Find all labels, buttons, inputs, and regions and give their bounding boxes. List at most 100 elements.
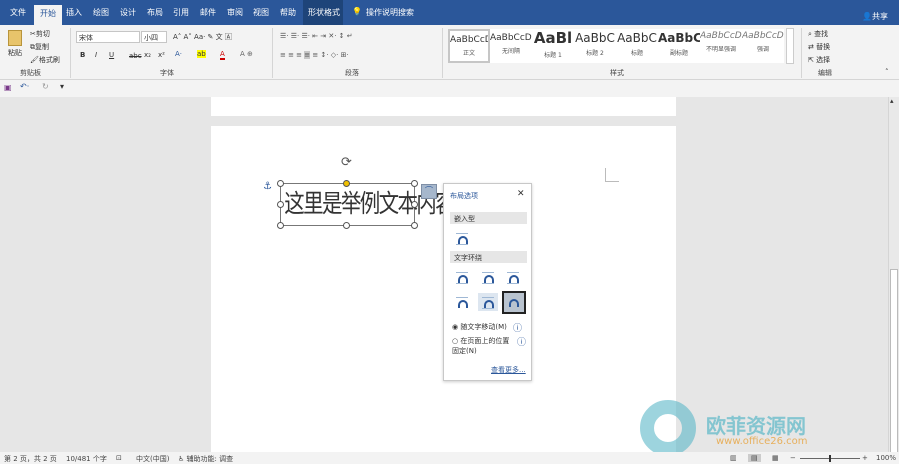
style-sample: AaBbCcDc [700,31,742,41]
word-count[interactable]: 10/481 个字 [66,454,107,464]
wrap-top-bottom-option[interactable] [452,293,472,311]
wrap-inline-option[interactable] [452,229,472,247]
tab-file[interactable]: 文件 [10,7,26,18]
copy-label: 复制 [35,43,49,51]
textbox[interactable]: 这里是举例文本内容。 [280,183,475,226]
grow-font-icon[interactable]: A˄ A˅ Aa· ✎ 文 🄰 [173,32,232,42]
read-mode-icon[interactable]: ▥ [730,454,737,462]
format-painter-button[interactable]: 🖌格式刷 [30,55,60,65]
style-4[interactable]: AaBbC 标题 [616,29,658,63]
undo-icon[interactable]: ↶· [20,82,29,91]
margin-corner [605,168,619,182]
language[interactable]: 中文(中国) [136,454,169,464]
align-icons[interactable]: ≡ ≡ ≡ ≡ ≡ ↕· ◇· ⊞· [280,51,349,59]
tab-home[interactable]: 开始 [34,5,62,25]
font-name-select[interactable]: 宋体 [76,31,140,43]
style-5[interactable]: AaBbC 副标题 [658,29,700,63]
wrap-square-option[interactable] [452,268,472,286]
tab-review[interactable]: 审阅 [227,7,243,18]
wrap-behind-text-option[interactable] [478,293,498,311]
style-6[interactable]: AaBbCcDc 不明显强调 [700,29,742,63]
accessibility-status[interactable]: ♿ 辅助功能: 调查 [178,454,233,464]
wrap-in-front-option[interactable] [502,291,526,314]
highlight-icon[interactable]: ab [197,50,206,58]
tab-design[interactable]: 设计 [120,7,136,18]
replace-button[interactable]: ⇄ 替换 [808,42,830,52]
font-color-icon[interactable]: A [220,50,225,60]
info-icon[interactable]: ⓘ [517,335,526,348]
font-size-select[interactable]: 小四 [141,31,167,43]
copy-button[interactable]: ⧉复制 [30,42,49,52]
italic-button[interactable]: I [95,51,97,59]
bold-button[interactable]: B [80,51,85,59]
info-icon[interactable]: ⓘ [513,321,522,334]
wrap-through-option[interactable] [503,268,523,286]
style-1[interactable]: AaBbCcDc 无间隔 [490,29,532,63]
style-name: 标题 1 [544,52,562,59]
cut-button[interactable]: ✂剪切 [30,29,50,39]
customize-qat-icon[interactable]: ▾ [60,82,64,91]
redo-icon[interactable]: ↻ [42,82,49,91]
style-2[interactable]: AaBl 标题 1 [532,29,574,63]
wrap-tight-option[interactable] [478,268,498,286]
zoom-level[interactable]: 100% [876,454,896,462]
proofing-icon[interactable]: ⊡ [116,454,122,462]
rotate-handle-icon[interactable]: ⟳ [341,155,352,170]
list-icons[interactable]: ☰· ☰· ☰· ⇤ ⇥ ✕· ↕ ↵ [280,32,353,40]
font-group-label: 字体 [160,69,174,77]
style-3[interactable]: AaBbC 标题 2 [574,29,616,63]
subscript-button[interactable]: x₂ [144,51,151,59]
cut-label: 剪切 [35,30,50,38]
tab-layout[interactable]: 布局 [147,7,163,18]
tab-insert[interactable]: 插入 [66,7,82,18]
save-icon[interactable]: ▣ [4,83,12,92]
collapse-ribbon-icon[interactable]: ˄ [885,68,889,76]
superscript-button[interactable]: x² [158,51,165,59]
fix-position-radio[interactable]: ○ 在页面上的位置固定(N) [452,336,514,356]
textbox-text[interactable]: 这里是举例文本内容。 [281,184,474,224]
style-0[interactable]: AaBbCcDc 正文 [448,29,490,63]
tab-references[interactable]: 引用 [173,7,189,18]
scroll-up-icon[interactable]: ▴ [890,97,894,105]
zoom-slider-thumb[interactable] [829,455,831,462]
style-7[interactable]: AaBbCcDc 强调 [742,29,784,63]
vertical-scrollbar[interactable]: ▴ [888,97,899,454]
paste-button[interactable]: 粘贴 [8,48,22,58]
zoom-out-icon[interactable]: − [790,454,796,462]
select-button[interactable]: ⇱ 选择 [808,55,830,65]
paragraph-group-label: 段落 [345,69,359,77]
web-layout-icon[interactable]: ▦ [772,454,779,462]
style-sample: AaBbC [658,31,700,45]
styles-scroll[interactable] [786,28,794,64]
tab-bar: 文件 开始 插入 绘图 设计 布局 引用 邮件 审阅 视图 帮助 形状格式 💡 … [0,0,899,25]
print-layout-icon[interactable]: ▤ [748,454,761,462]
close-icon[interactable]: ✕ [517,189,525,199]
strikethrough-button[interactable]: abc [129,52,142,60]
see-more-link[interactable]: 查看更多... [491,365,526,375]
tab-draw[interactable]: 绘图 [93,7,109,18]
share-button[interactable]: 👤共享 [862,11,888,22]
char-shading-icon[interactable]: A ⊕ [240,50,253,58]
tab-shape-format[interactable]: 形状格式 [308,7,340,18]
tab-help[interactable]: 帮助 [280,7,296,18]
format-painter-label: 格式刷 [38,56,60,64]
style-sample: AaBbCcDc [742,31,784,41]
tab-view[interactable]: 视图 [253,7,269,18]
select-label: 选择 [816,56,831,64]
zoom-in-icon[interactable]: + [862,454,868,462]
tell-me-search[interactable]: 操作说明搜索 [366,7,414,18]
watermark-logo [640,400,696,456]
scroll-thumb[interactable] [890,269,898,454]
underline-button[interactable]: U [109,51,114,59]
share-label: 共享 [871,12,888,21]
find-button[interactable]: ⌕ 查找 [808,29,828,39]
style-sample: AaBbC [617,31,657,45]
layout-options-button[interactable]: ⌒ [421,184,437,199]
tab-mailings[interactable]: 邮件 [200,7,216,18]
move-with-text-label: 随文字移动(M) [460,323,507,331]
move-with-text-radio[interactable]: ◉ 随文字移动(M) [452,322,507,332]
text-effects-icon[interactable]: A· [175,50,182,58]
paste-icon[interactable] [8,30,22,46]
style-name: 不明显强调 [705,46,736,53]
page-count[interactable]: 第 2 页，共 2 页 [4,454,57,464]
